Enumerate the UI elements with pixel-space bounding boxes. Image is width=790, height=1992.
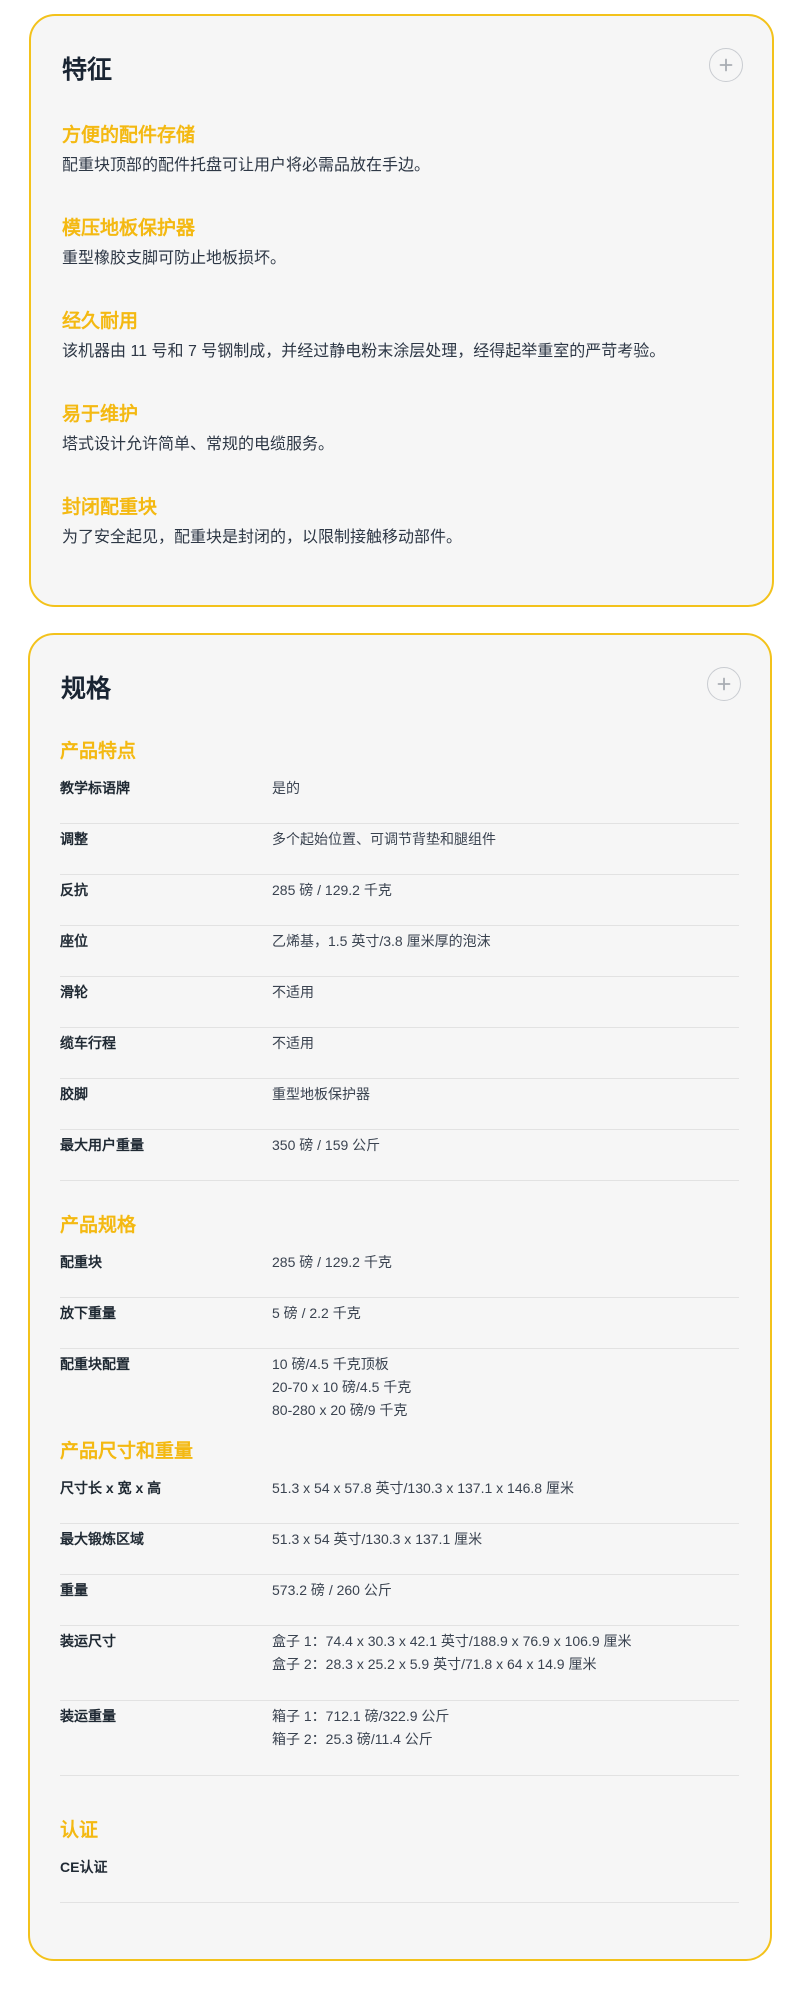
spec-row: 座位 乙烯基，1.5 英寸/3.8 厘米厚的泡沫 (60, 926, 739, 977)
spec-label: 最大锻炼区域 (60, 1531, 144, 1547)
spec-group: 产品特点 教学标语牌 是的 调整 多个起始位置、可调节背垫和腿组件 反抗 285… (60, 739, 739, 1181)
spec-value: 乙烯基，1.5 英寸/3.8 厘米厚的泡沫 (272, 933, 491, 949)
spec-label: 座位 (60, 933, 88, 949)
spec-row: 最大用户重量 350 磅 / 159 公斤 (60, 1130, 739, 1181)
feature-description: 该机器由 11 号和 7 号钢制成，并经过静电粉末涂层处理，经得起举重室的严苛考… (62, 343, 666, 360)
specs-title: 规格 (61, 675, 112, 703)
spec-row: 滑轮 不适用 (60, 977, 739, 1028)
spec-row: 装运尺寸 盒子 1：74.4 x 30.3 x 42.1 英寸/188.9 x … (60, 1626, 739, 1701)
feature-title: 易于维护 (62, 404, 139, 425)
feature-title: 经久耐用 (62, 311, 139, 332)
feature-list: 方便的配件存储 配重块顶部的配件托盘可让用户将必需品放在手边。 模压地板保护器 … (62, 123, 742, 588)
spec-group-title: 产品尺寸和重量 (60, 1441, 194, 1462)
spec-value: 5 磅 / 2.2 千克 (272, 1305, 361, 1321)
spec-value: 不适用 (272, 1035, 314, 1051)
spec-row: 教学标语牌 是的 (60, 773, 739, 824)
feature-title: 封闭配重块 (62, 497, 158, 518)
feature-title: 模压地板保护器 (62, 218, 196, 239)
spec-row: 尺寸长 x 宽 x 高 51.3 x 54 x 57.8 英寸/130.3 x … (60, 1473, 739, 1524)
spec-value-line: 箱子 2：25.3 磅/11.4 公斤 (272, 1731, 433, 1747)
spec-row: 反抗 285 磅 / 129.2 千克 (60, 875, 739, 926)
spec-value: 箱子 1：712.1 磅/322.9 公斤 箱子 2：25.3 磅/11.4 公… (272, 1705, 449, 1775)
spec-row: 重量 573.2 磅 / 260 公斤 (60, 1575, 739, 1626)
spec-group-title: 产品规格 (60, 1215, 137, 1236)
spec-label: 装运重量 (60, 1708, 116, 1724)
feature-title: 方便的配件存储 (62, 125, 196, 146)
spec-value: 285 磅 / 129.2 千克 (272, 1254, 392, 1270)
spec-value: 10 磅/4.5 千克顶板 20-70 x 10 磅/4.5 千克 80-280… (272, 1353, 411, 1437)
spec-label: CE认证 (60, 1859, 108, 1875)
spec-label: 配重块 (60, 1254, 102, 1270)
feature-item: 易于维护 塔式设计允许简单、常规的电缆服务。 (62, 402, 742, 495)
spec-label: 配重块配置 (60, 1356, 130, 1372)
spec-row: 装运重量 箱子 1：712.1 磅/322.9 公斤 箱子 2：25.3 磅/1… (60, 1701, 739, 1776)
spec-group-title: 认证 (60, 1820, 99, 1841)
spec-value: 350 磅 / 159 公斤 (272, 1137, 381, 1153)
spec-label: 缆车行程 (60, 1035, 116, 1051)
spec-row: CE认证 (60, 1852, 739, 1903)
feature-item: 方便的配件存储 配重块顶部的配件托盘可让用户将必需品放在手边。 (62, 123, 742, 216)
spec-label: 教学标语牌 (60, 780, 130, 796)
spec-value: 多个起始位置、可调节背垫和腿组件 (272, 831, 496, 847)
spec-value-line: 80-280 x 20 磅/9 千克 (272, 1402, 408, 1418)
features-expand-button[interactable] (709, 48, 743, 82)
spec-value-line: 20-70 x 10 磅/4.5 千克 (272, 1379, 412, 1395)
spec-value: 是的 (272, 780, 300, 796)
spec-label: 调整 (60, 831, 88, 847)
specs-expand-button[interactable] (707, 667, 741, 701)
spec-value: 重型地板保护器 (272, 1086, 370, 1102)
spec-label: 尺寸长 x 宽 x 高 (60, 1480, 162, 1496)
spec-label: 反抗 (60, 882, 88, 898)
spec-value-line: 盒子 1：74.4 x 30.3 x 42.1 英寸/188.9 x 76.9 … (272, 1633, 632, 1649)
spec-label: 最大用户重量 (60, 1137, 144, 1153)
spec-value: 不适用 (272, 984, 314, 1000)
spec-value: 盒子 1：74.4 x 30.3 x 42.1 英寸/188.9 x 76.9 … (272, 1630, 632, 1700)
spec-label: 胶脚 (60, 1086, 88, 1102)
spec-row: 最大锻炼区域 51.3 x 54 英寸/130.3 x 137.1 厘米 (60, 1524, 739, 1575)
feature-item: 封闭配重块 为了安全起见，配重块是封闭的，以限制接触移动部件。 (62, 495, 742, 588)
spec-value: 285 磅 / 129.2 千克 (272, 882, 392, 898)
feature-description: 为了安全起见，配重块是封闭的，以限制接触移动部件。 (62, 529, 463, 546)
spec-row: 配重块 285 磅 / 129.2 千克 (60, 1247, 739, 1298)
spec-value: 51.3 x 54 英寸/130.3 x 137.1 厘米 (272, 1531, 483, 1547)
feature-description: 塔式设计允许简单、常规的电缆服务。 (62, 436, 335, 453)
feature-description: 重型橡胶支脚可防止地板损坏。 (62, 250, 287, 267)
plus-icon (717, 677, 731, 691)
plus-icon (719, 58, 733, 72)
spec-label: 重量 (60, 1582, 88, 1598)
spec-group: 认证 CE认证 (60, 1818, 739, 1903)
spec-value-line: 箱子 1：712.1 磅/322.9 公斤 (272, 1708, 450, 1724)
feature-item: 经久耐用 该机器由 11 号和 7 号钢制成，并经过静电粉末涂层处理，经得起举重… (62, 309, 742, 402)
features-card: 特征 方便的配件存储 配重块顶部的配件托盘可让用户将必需品放在手边。 模压地板保… (29, 14, 774, 607)
spec-label: 滑轮 (60, 984, 88, 1000)
spec-value-line: 10 磅/4.5 千克顶板 (272, 1356, 389, 1372)
spec-row: 胶脚 重型地板保护器 (60, 1079, 739, 1130)
spec-row: 放下重量 5 磅 / 2.2 千克 (60, 1298, 739, 1349)
specs-card: 规格 产品特点 教学标语牌 是的 调整 多个起始位置、可调节背垫和腿组件 反抗 … (28, 633, 772, 1961)
spec-row: 配重块配置 10 磅/4.5 千克顶板 20-70 x 10 磅/4.5 千克 … (60, 1349, 739, 1437)
features-title: 特征 (62, 56, 113, 84)
feature-description: 配重块顶部的配件托盘可让用户将必需品放在手边。 (62, 157, 431, 174)
spec-value: 573.2 磅 / 260 公斤 (272, 1582, 392, 1598)
spec-group: 产品规格 配重块 285 磅 / 129.2 千克 放下重量 5 磅 / 2.2… (60, 1213, 739, 1437)
specs-body: 产品特点 教学标语牌 是的 调整 多个起始位置、可调节背垫和腿组件 反抗 285… (60, 739, 739, 1903)
spec-value: 51.3 x 54 x 57.8 英寸/130.3 x 137.1 x 146.… (272, 1480, 574, 1496)
spec-label: 装运尺寸 (60, 1633, 116, 1649)
spec-group-title: 产品特点 (60, 741, 137, 762)
spec-label: 放下重量 (60, 1305, 116, 1321)
spec-row: 调整 多个起始位置、可调节背垫和腿组件 (60, 824, 739, 875)
spec-group: 产品尺寸和重量 尺寸长 x 宽 x 高 51.3 x 54 x 57.8 英寸/… (60, 1439, 739, 1776)
spec-row: 缆车行程 不适用 (60, 1028, 739, 1079)
feature-item: 模压地板保护器 重型橡胶支脚可防止地板损坏。 (62, 216, 742, 309)
spec-value-line: 盒子 2：28.3 x 25.2 x 5.9 英寸/71.8 x 64 x 14… (272, 1656, 597, 1672)
